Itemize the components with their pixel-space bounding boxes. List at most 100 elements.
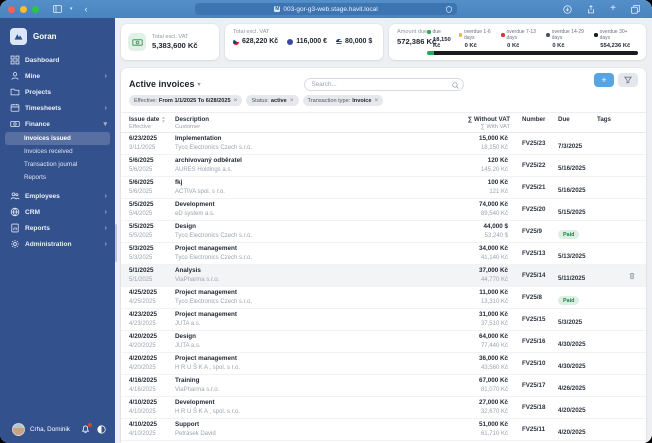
- sort-icon: [162, 116, 166, 122]
- calendar-icon: [10, 103, 20, 112]
- col-description[interactable]: Description Customer: [175, 116, 375, 130]
- new-tab-icon[interactable]: +: [610, 0, 616, 18]
- description-cell: Support Petrásek David: [175, 421, 216, 437]
- sidebar-item-finance-reports[interactable]: Reports: [5, 171, 110, 184]
- scrollbar-thumb[interactable]: [115, 224, 117, 262]
- col-amount[interactable]: ∑ Without VAT ∑ With VAT: [375, 116, 510, 130]
- due-bar: [427, 51, 638, 55]
- downloads-icon[interactable]: [563, 4, 572, 14]
- search-input[interactable]: [303, 78, 464, 91]
- sidebar-item-invoices-received[interactable]: Invoices received: [5, 145, 110, 158]
- invoice-row[interactable]: 5/6/2025 5/6/2025 archivovaný odběratel AUR…: [121, 155, 646, 177]
- issue-date-cell: 6/23/2025 3/11/2025: [129, 135, 158, 151]
- page-title: Active invoices: [129, 79, 195, 89]
- sidebar-item-dashboard[interactable]: Dashboard: [0, 52, 115, 68]
- shield-icon[interactable]: [446, 5, 452, 15]
- url-text: 003-gor-g3-web.stage.havit.local: [283, 5, 378, 13]
- number-cell: FV25/11: [522, 426, 546, 433]
- address-bar[interactable]: M 003-gor-g3-web.stage.havit.local: [195, 3, 457, 15]
- invoice-row[interactable]: 6/23/2025 3/11/2025 Implementation Tyco Ele…: [121, 133, 646, 155]
- notifications-bell-icon[interactable]: [81, 422, 92, 434]
- sidebar-item-finance[interactable]: Finance ▾: [0, 116, 115, 132]
- minimize-window-button[interactable]: [20, 5, 27, 13]
- table-header: Issue date Effective Description Custome…: [121, 112, 646, 133]
- invoice-row[interactable]: 5/3/2025 5/3/2025 Project management Tyco E…: [121, 243, 646, 265]
- col-number[interactable]: Number: [510, 116, 558, 130]
- filter-chip[interactable]: Effective: From 1/1/2025 To 6/28/2025 ×: [129, 95, 243, 106]
- due-date: 5/11/2025: [558, 274, 586, 282]
- invoice-row[interactable]: 5/5/2025 5/5/2025 Design Tyco Electronics C…: [121, 221, 646, 243]
- share-icon[interactable]: [587, 4, 595, 14]
- invoice-row[interactable]: 4/25/2025 4/25/2025 Project management Tyco…: [121, 287, 646, 309]
- invoice-row[interactable]: 4/20/2025 4/20/2025 Design JUTA a.s. 64,000 …: [121, 331, 646, 353]
- due-cell: Paid: [558, 289, 597, 307]
- back-icon[interactable]: ‹: [85, 0, 88, 18]
- remove-filter-icon[interactable]: ×: [375, 97, 379, 104]
- invoice-row[interactable]: 4/20/2025 4/20/2025 Project management H R …: [121, 353, 646, 375]
- filter-chip[interactable]: Transaction type: Invoice ×: [302, 95, 384, 106]
- issue-date-cell: 5/5/2025 5/4/2025: [129, 201, 154, 217]
- due-cell: 5/3/2025: [558, 311, 597, 329]
- number-cell: FV25/21: [522, 184, 546, 191]
- sidebar-item-administration[interactable]: Administration ›: [0, 236, 115, 252]
- col-tags[interactable]: Tags: [597, 116, 616, 130]
- sidebar-item-reports[interactable]: Reports ›: [0, 220, 115, 236]
- number-cell: FV25/15: [522, 316, 546, 323]
- col-due[interactable]: Due: [558, 116, 597, 130]
- amount-cell: 34,000 Kč 41,140 Kč: [478, 245, 508, 261]
- invoice-row[interactable]: 4/10/2025 4/10/2025 Development H R U Š K A…: [121, 397, 646, 419]
- sidebar-item-invoices-issued[interactable]: Invoices issued: [5, 132, 110, 145]
- user-menu[interactable]: Crha, Dominik: [0, 419, 115, 443]
- invoice-row[interactable]: 5/6/2025 5/6/2025 fkj ACTIVA spol. s r.o. 10…: [121, 177, 646, 199]
- invoice-row[interactable]: 4/10/2025 4/10/2025 Support Petrásek David 5…: [121, 419, 646, 441]
- remove-filter-icon[interactable]: ×: [234, 97, 238, 104]
- sidebar-item-projects[interactable]: Projects: [0, 84, 115, 100]
- filter-chip[interactable]: Status: active ×: [246, 95, 299, 106]
- sidebar-toggle-icon[interactable]: [53, 5, 62, 13]
- currency-amount: 116,000 €: [287, 38, 327, 45]
- browser-toolbar: ▾ ‹ M 003-gor-g3-web.stage.havit.local +: [0, 0, 652, 18]
- bucket-dot-icon: [546, 33, 550, 37]
- invoice-row[interactable]: 4/16/2025 4/16/2025 Training ViaPharma s.r.…: [121, 375, 646, 397]
- filter-button[interactable]: [618, 73, 638, 87]
- invoice-row[interactable]: 5/5/2025 5/4/2025 Development eD system a.s…: [121, 199, 646, 221]
- tab-overview-icon[interactable]: [631, 4, 640, 14]
- due-cell: 4/30/2025: [558, 333, 597, 351]
- add-invoice-button[interactable]: +: [594, 73, 614, 87]
- col-issue-date[interactable]: Issue date Effective: [129, 116, 175, 130]
- description-cell: Analysis ViaPharma s.r.o.: [175, 267, 220, 283]
- report-icon: [11, 223, 19, 233]
- sidebar-item-crm[interactable]: CRM ›: [0, 204, 115, 220]
- number-cell: FV25/22: [522, 162, 546, 169]
- view-selector[interactable]: Active invoices ▾: [129, 79, 201, 89]
- sidebar-chevron-icon[interactable]: ▾: [70, 0, 73, 18]
- description-cell: fkj ACTIVA spol. s r.o.: [175, 179, 225, 195]
- theme-toggle-icon[interactable]: [97, 424, 106, 434]
- sidebar-item-mine[interactable]: Mine ›: [0, 68, 115, 84]
- search-box: [303, 73, 464, 91]
- stat-card-by-currency: Total excl. VAT 628,220 Kč 116,000 € 80,00…: [225, 24, 383, 60]
- close-window-button[interactable]: [8, 5, 15, 13]
- zoom-window-button[interactable]: [32, 5, 39, 13]
- description-cell: Design JUTA a.s.: [175, 333, 201, 349]
- number-cell: FV25/13: [522, 250, 546, 257]
- due-date: 4/26/2025: [558, 384, 586, 392]
- folder-icon: [10, 88, 20, 96]
- issue-date-cell: 4/10/2025 4/10/2025: [129, 421, 158, 437]
- invoice-row[interactable]: 5/1/2025 5/1/2025 Analysis ViaPharma s.r.o.…: [121, 265, 646, 287]
- issue-date-cell: 4/23/2025 4/23/2025: [129, 311, 158, 327]
- issue-date-cell: 4/16/2025 4/16/2025: [129, 377, 158, 393]
- delete-invoice-button[interactable]: [628, 272, 636, 280]
- sidebar-item-timesheets[interactable]: Timesheets ›: [0, 100, 115, 116]
- chevron-right-icon: ›: [104, 240, 107, 248]
- remove-filter-icon[interactable]: ×: [290, 97, 294, 104]
- sidebar-item-transaction-journal[interactable]: Transaction journal: [5, 158, 110, 171]
- browser-window: ▾ ‹ M 003-gor-g3-web.stage.havit.local +: [0, 0, 652, 443]
- due-bucket: overdue 14-29 days 0 Kč: [546, 29, 594, 49]
- invoice-row[interactable]: 4/23/2025 4/23/2025 Project management JUTA…: [121, 309, 646, 331]
- actions-cell: [616, 267, 638, 285]
- sidebar-item-employees[interactable]: Employees ›: [0, 188, 115, 204]
- description-cell: Design Tyco Electronics Czech s.r.o.: [175, 223, 253, 239]
- due-cell: 4/20/2025: [558, 421, 597, 439]
- due-cell: 5/15/2025: [558, 201, 597, 219]
